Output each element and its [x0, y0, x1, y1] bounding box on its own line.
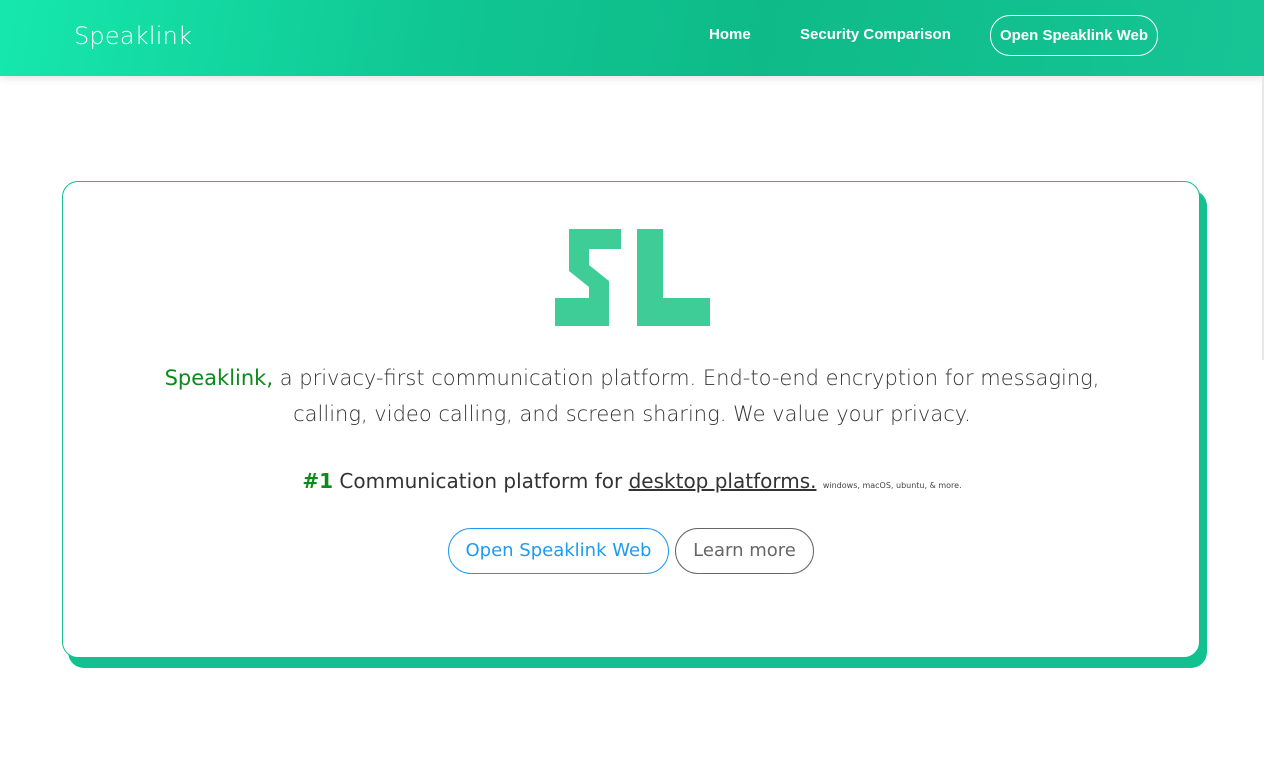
sl-logo-icon [555, 229, 710, 326]
platforms-note: windows, macOS, ubuntu, & more. [822, 481, 962, 490]
rank-text: Communication platform for [333, 469, 629, 493]
open-speaklink-web-button[interactable]: Open Speaklink Web [448, 528, 669, 574]
brand-logo-text[interactable]: Speaklink [74, 22, 192, 50]
hero-tagline: Speaklink, a privacy-first communication… [132, 360, 1132, 432]
logo-letter-s [555, 229, 621, 326]
tagline-brand: Speaklink, [164, 366, 274, 390]
desktop-platforms-link[interactable]: desktop platforms. [629, 469, 817, 493]
rank-number: #1 [302, 469, 334, 493]
nav-open-web-button[interactable]: Open Speaklink Web [990, 15, 1158, 56]
rank-line: #1 Communication platform for desktop pl… [132, 463, 1132, 504]
top-navbar: Speaklink Home Security Comparison Open … [0, 0, 1264, 76]
nav-security-comparison-link[interactable]: Security Comparison [800, 26, 951, 43]
nav-home-link[interactable]: Home [709, 26, 751, 43]
learn-more-button[interactable]: Learn more [675, 528, 814, 574]
logo-letter-l [637, 229, 710, 326]
tagline-text: a privacy-first communication platform. … [273, 366, 1100, 426]
